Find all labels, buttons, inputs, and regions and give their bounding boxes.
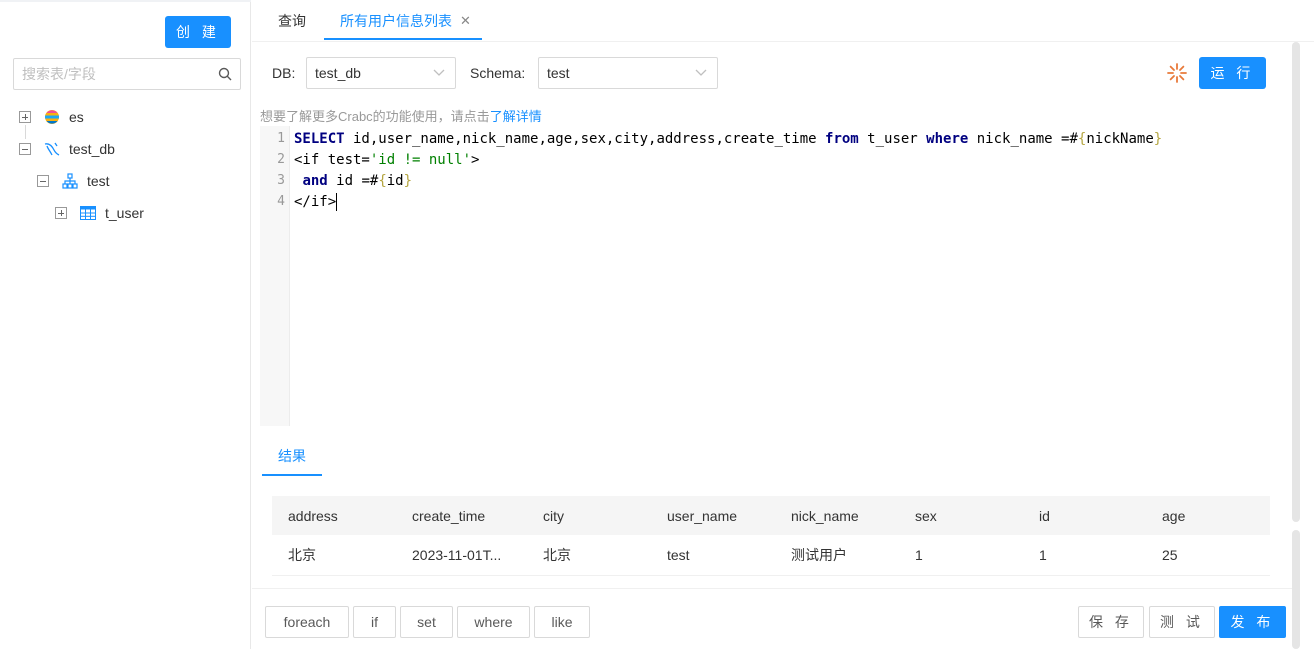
tree-node-table-t-user[interactable]: t_user [55, 197, 144, 229]
code-line-2: <if test='id != null'> [294, 152, 480, 168]
chevron-down-icon [695, 69, 707, 76]
column-header: id [1039, 507, 1050, 524]
column-header: city [543, 507, 564, 524]
column-header: address [288, 507, 338, 524]
table-header: address create_time city user_name nick_… [272, 496, 1270, 535]
line-number: 4 [277, 194, 285, 209]
sql-keyword: SELECT [294, 131, 345, 147]
sql-keyword: from [825, 131, 859, 147]
tree-label-table: t_user [105, 205, 144, 221]
search-icon[interactable] [218, 67, 232, 81]
tree-node-schema-test[interactable]: test [37, 165, 110, 197]
table-cell: 测试用户 [791, 547, 847, 563]
schema-select-value: test [547, 65, 570, 81]
code-line-4: </if> [294, 193, 338, 211]
sidebar-top-divider [0, 0, 251, 2]
table-cell: 25 [1162, 547, 1178, 563]
text-cursor [336, 193, 338, 211]
table-cell: 1 [915, 547, 923, 563]
sql-keyword: where [926, 131, 969, 147]
snippet-foreach-button[interactable]: foreach [265, 606, 349, 638]
schema-label: Schema: [470, 65, 526, 81]
db-select[interactable]: test_db [306, 57, 456, 89]
save-button[interactable]: 保 存 [1078, 606, 1144, 638]
line-number-gutter: 1 2 3 4 [260, 126, 290, 426]
editor-footer: foreach if set where like 保 存 测 试 发 布 [252, 588, 1292, 649]
line-number: 1 [277, 131, 285, 146]
tree-label-test-db: test_db [69, 141, 115, 157]
db-select-value: test_db [315, 65, 361, 81]
column-header: create_time [412, 507, 486, 524]
code-line-3: and id =#{id} [302, 173, 413, 189]
main-panel: 查询 所有用户信息列表 ✕ DB: test_db Schema: test 运… [252, 0, 1314, 649]
line-number: 2 [277, 152, 285, 167]
tree-node-test-db[interactable]: test_db [19, 133, 115, 165]
snippet-set-button[interactable]: set [400, 606, 453, 638]
expand-icon[interactable] [55, 207, 67, 219]
table-cell: test [667, 547, 690, 563]
collapse-icon[interactable] [37, 175, 49, 187]
line-number: 3 [277, 173, 285, 188]
snippet-where-button[interactable]: where [457, 606, 530, 638]
create-button[interactable]: 创 建 [165, 16, 231, 48]
tree-label-schema: test [87, 173, 110, 189]
column-header: nick_name [791, 507, 859, 524]
test-button[interactable]: 测 试 [1149, 606, 1215, 638]
search-field[interactable] [13, 58, 241, 90]
table-cell: 北京 [288, 547, 316, 563]
table-cell: 2023-11-01T... [412, 547, 502, 563]
tab-label: 所有用户信息列表 [340, 12, 452, 29]
active-tab-indicator [324, 38, 482, 40]
app-window: 创 建 es [0, 0, 1314, 649]
sidebar: 创 建 es [0, 0, 251, 649]
result-tab-label: 结果 [278, 448, 306, 464]
elasticsearch-icon [43, 108, 61, 126]
schema-select[interactable]: test [538, 57, 718, 89]
collapse-icon[interactable] [19, 143, 31, 155]
vertical-scrollbar[interactable] [1292, 42, 1300, 522]
result-table: address create_time city user_name nick_… [272, 496, 1270, 576]
expand-icon[interactable] [19, 111, 31, 123]
snippet-if-button[interactable]: if [353, 606, 396, 638]
table-cell: 1 [1039, 547, 1047, 563]
tree-node-es[interactable]: es [19, 101, 84, 133]
sql-editor[interactable]: 1 2 3 4 SELECT id,user_name,nick_name,ag… [260, 126, 1292, 426]
tab-result[interactable]: 结果 [262, 438, 322, 476]
column-header: user_name [667, 507, 738, 524]
tree-label-es: es [69, 109, 84, 125]
db-label: DB: [272, 65, 296, 81]
sql-keyword: and [302, 173, 328, 189]
table-row[interactable]: 北京 2023-11-01T... 北京 test 测试用户 1 1 25 [272, 535, 1270, 576]
search-input[interactable] [14, 59, 204, 89]
publish-button[interactable]: 发 布 [1219, 606, 1286, 638]
tab-bar: 查询 所有用户信息列表 ✕ [252, 0, 1314, 42]
format-sql-icon[interactable] [1166, 62, 1188, 84]
tab-user-list[interactable]: 所有用户信息列表 ✕ [340, 0, 471, 41]
close-icon[interactable]: ✕ [460, 13, 471, 29]
query-toolbar: DB: test_db Schema: test 运 行 [252, 42, 1292, 106]
snippet-like-button[interactable]: like [534, 606, 590, 638]
chevron-down-icon [433, 69, 445, 76]
table-cell: 北京 [543, 547, 571, 563]
tab-label: 查询 [278, 12, 306, 29]
mysql-icon [43, 140, 61, 158]
vertical-scrollbar-lower[interactable] [1292, 530, 1300, 649]
tab-query[interactable]: 查询 [278, 0, 306, 41]
code-line-1: SELECT id,user_name,nick_name,age,sex,ci… [294, 131, 1163, 147]
feature-hint: 想要了解更多Crabc的功能使用，请点击了解详情 [260, 106, 542, 125]
learn-more-link[interactable]: 了解详情 [490, 109, 542, 124]
column-header: sex [915, 507, 937, 524]
run-button[interactable]: 运 行 [1199, 57, 1266, 89]
table-icon [79, 204, 97, 222]
schema-icon [61, 172, 79, 190]
hint-text: 想要了解更多Crabc的功能使用，请点击 [260, 109, 490, 124]
column-header: age [1162, 507, 1186, 524]
